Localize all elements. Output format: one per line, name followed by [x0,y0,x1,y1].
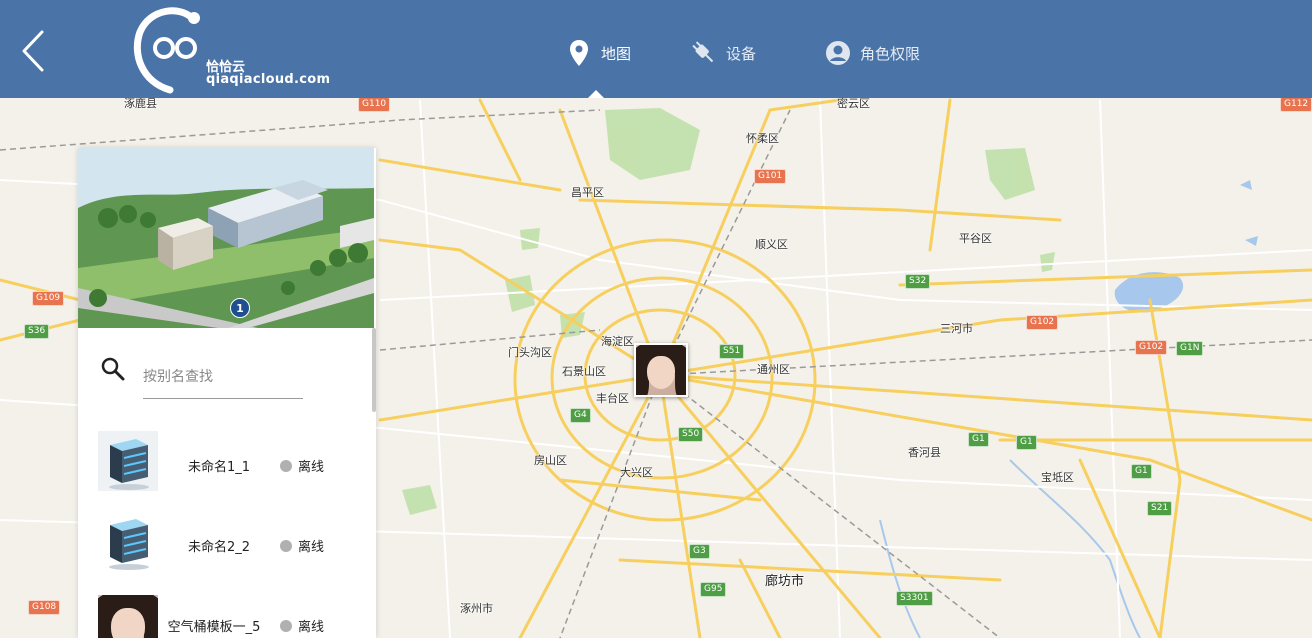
road-shield: G95 [700,582,727,597]
search-input[interactable] [143,366,303,388]
list-item[interactable]: 未命名2_2 离线 [78,503,372,583]
map-place-label: 三河市 [940,322,973,335]
list-item[interactable]: 未命名1_1 离线 [78,423,372,503]
search-bar [100,352,304,400]
factory-illustration [78,148,374,328]
map-place-label: 涿州市 [460,602,493,615]
status-dot [280,459,292,472]
map-place-label: 海淀区 [601,335,634,348]
panel-scrollbar[interactable] [372,328,376,412]
road-shield: S50 [678,427,704,442]
road-shield: G1N [1176,341,1204,356]
map-place-label: 通州区 [757,363,790,376]
tab-devices[interactable]: 设备 [690,38,756,68]
road-shield: S36 [24,324,50,339]
map-place-label: 宝坻区 [1041,471,1074,484]
map-place-label: 怀柔区 [746,132,779,145]
server-icon [98,511,158,571]
road-shield: G1 [1016,435,1037,450]
app-root: 涿鹿县 密云区 怀柔区 昌平区 顺义区 平谷区 三河市 海淀区 门头沟区 石景山… [0,0,1312,638]
device-status: 离线 [280,616,324,635]
avatar [636,345,686,395]
road-shield: G4 [570,408,591,423]
search-icon[interactable] [100,356,126,382]
user-circle-icon [824,38,852,68]
map-place-label: 丰台区 [596,392,629,405]
road-shield: S32 [905,274,931,289]
top-header: 恰恰云 qiaqiacloud.com 地图 设备 角色权限 [0,0,1312,98]
logo-mark-icon [133,7,200,94]
road-shield: S21 [1147,501,1173,516]
road-shield: S51 [719,344,745,359]
search-underline [143,398,303,399]
device-name: 未命名1_1 [187,460,251,475]
map-place-label: 顺义区 [755,238,788,251]
site-banner-image: 1 [78,148,374,328]
plug-icon [690,38,718,68]
map-place-label: 廊坊市 [765,574,805,589]
brand-logo: 恰恰云 qiaqiacloud.com [130,4,340,94]
tab-devices-label: 设备 [726,44,757,63]
map-place-label: 香河县 [908,446,941,459]
road-shield: G1 [1131,464,1152,479]
road-shield: S3301 [896,591,933,606]
avatar [98,595,158,638]
road-shield: G112 [1280,97,1312,112]
device-list: 未命名1_1 离线 未命名2_2 离线 空气桶模板一_5 离线 [78,423,372,638]
device-panel: 1 按别名查找 未命名1_1 离线 未命名2_2 离线 空气桶模板一_5 离线 [78,148,376,638]
tab-role-permissions[interactable]: 角色权限 [824,38,920,68]
active-tab-caret [588,90,604,98]
tab-role-permissions-label: 角色权限 [860,44,921,63]
device-status-label: 离线 [298,540,325,555]
road-shield: G109 [32,291,65,306]
road-shield: G3 [689,544,710,559]
brand-domain: qiaqiacloud.com [206,72,331,87]
banner-count-badge: 1 [230,298,250,318]
road-shield: G102 [1135,340,1168,355]
map-place-label: 大兴区 [620,466,653,479]
map-place-label: 昌平区 [571,186,604,199]
chevron-left-icon [22,30,44,72]
device-name: 未命名2_2 [187,540,251,555]
map-place-label: 门头沟区 [508,346,552,359]
map-place-label: 房山区 [534,454,567,467]
status-dot [280,619,292,632]
device-name: 空气桶模板一_5 [167,620,261,635]
road-shield: G102 [1026,315,1059,330]
list-item[interactable]: 空气桶模板一_5 离线 [78,583,372,638]
map-place-label: 平谷区 [959,232,992,245]
tab-map[interactable]: 地图 [565,38,631,68]
device-status: 离线 [280,456,324,475]
server-icon [98,431,158,491]
road-shield: G101 [754,169,787,184]
road-shield: G110 [358,97,391,112]
map-device-marker[interactable] [634,343,688,397]
road-shield: G1 [968,432,989,447]
tab-map-label: 地图 [601,44,632,63]
status-dot [280,539,292,552]
map-place-label: 石景山区 [562,365,606,378]
road-shield: G108 [28,600,61,615]
back-button[interactable] [16,28,52,74]
device-status: 离线 [280,536,324,555]
device-status-label: 离线 [298,460,325,475]
device-status-label: 离线 [298,620,325,635]
map-pin-icon [565,38,593,68]
